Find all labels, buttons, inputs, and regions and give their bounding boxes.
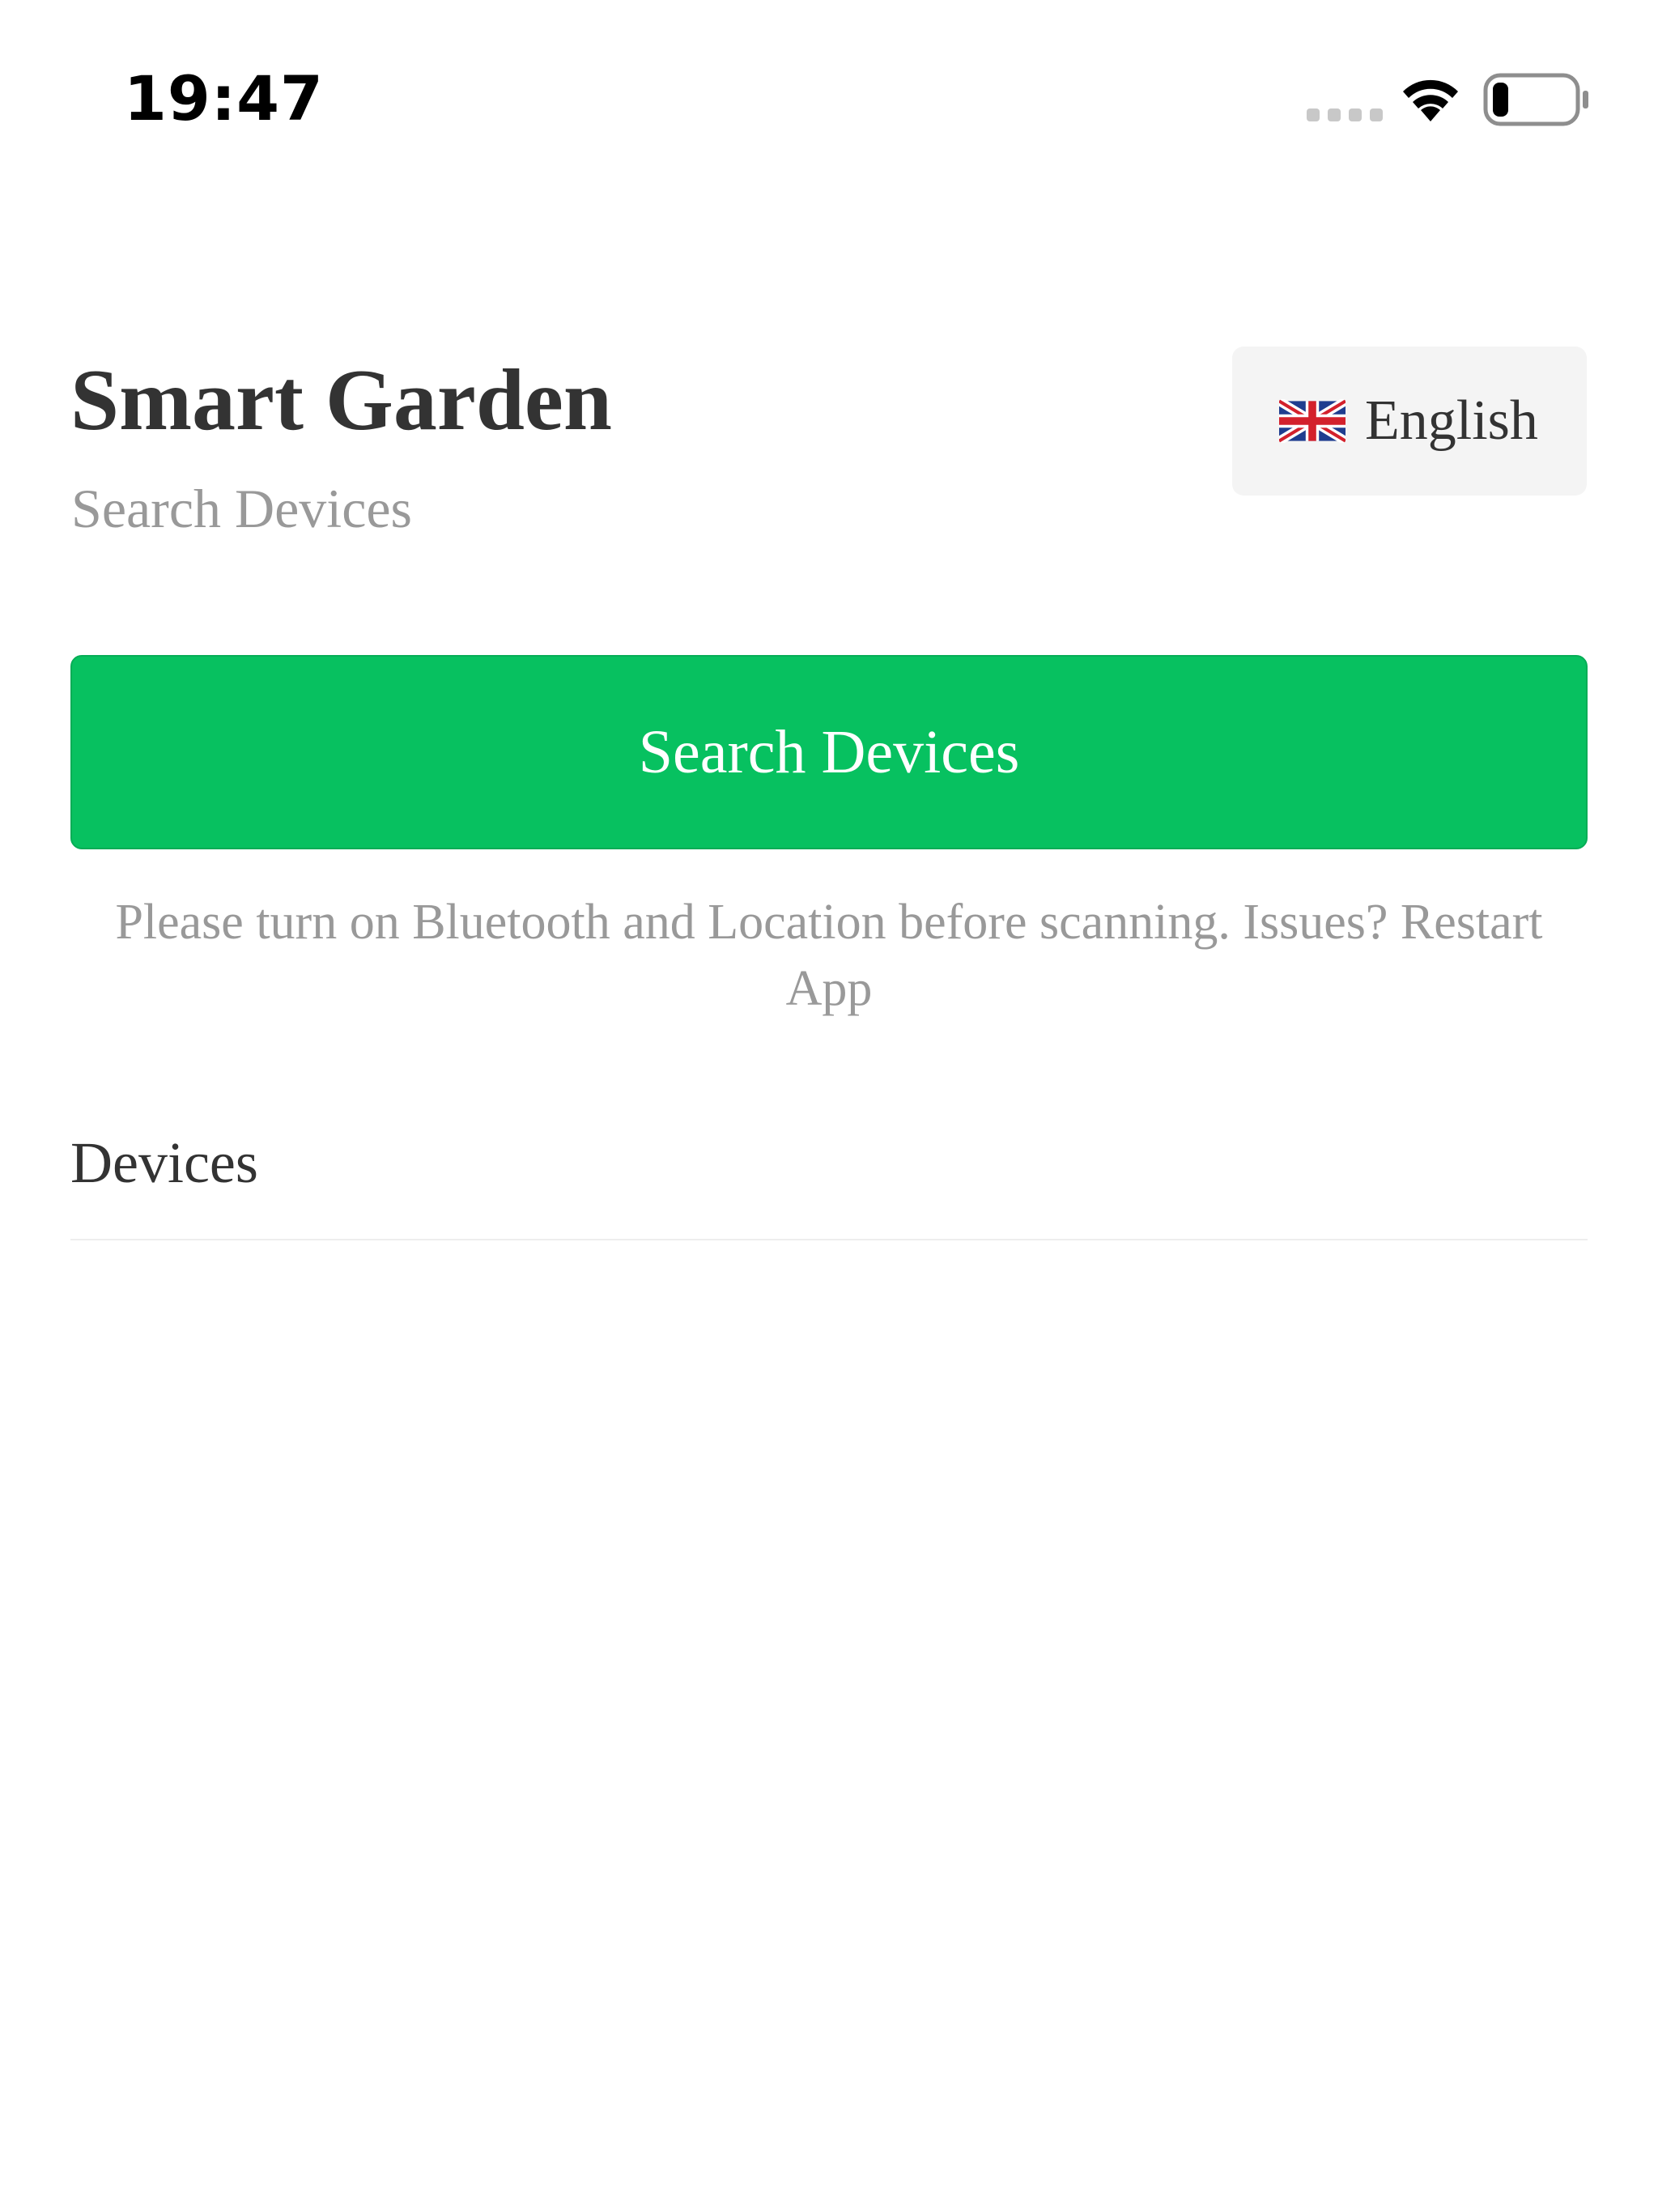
- wifi-icon: [1403, 79, 1458, 121]
- search-button-label: Search Devices: [638, 718, 1020, 786]
- app-screen: 19:47 Smart Garden Search Devices Englis…: [0, 0, 1658, 2212]
- bluetooth-hint-text: Please turn on Bluetooth and Location be…: [115, 895, 1543, 1016]
- battery-icon: [1483, 73, 1588, 126]
- language-label: English: [1365, 389, 1538, 452]
- devices-list: [70, 1240, 1588, 2131]
- search-devices-button[interactable]: Search Devices: [70, 655, 1588, 849]
- uk-flag-icon: [1279, 399, 1346, 443]
- page-subtitle: Search Devices: [71, 478, 413, 539]
- app-title: Smart Garden: [70, 352, 612, 449]
- language-selector-button[interactable]: English: [1232, 347, 1587, 496]
- devices-heading: Devices: [70, 1130, 258, 1195]
- status-time: 19:47: [124, 62, 324, 134]
- signal-dots-icon: [1307, 108, 1383, 121]
